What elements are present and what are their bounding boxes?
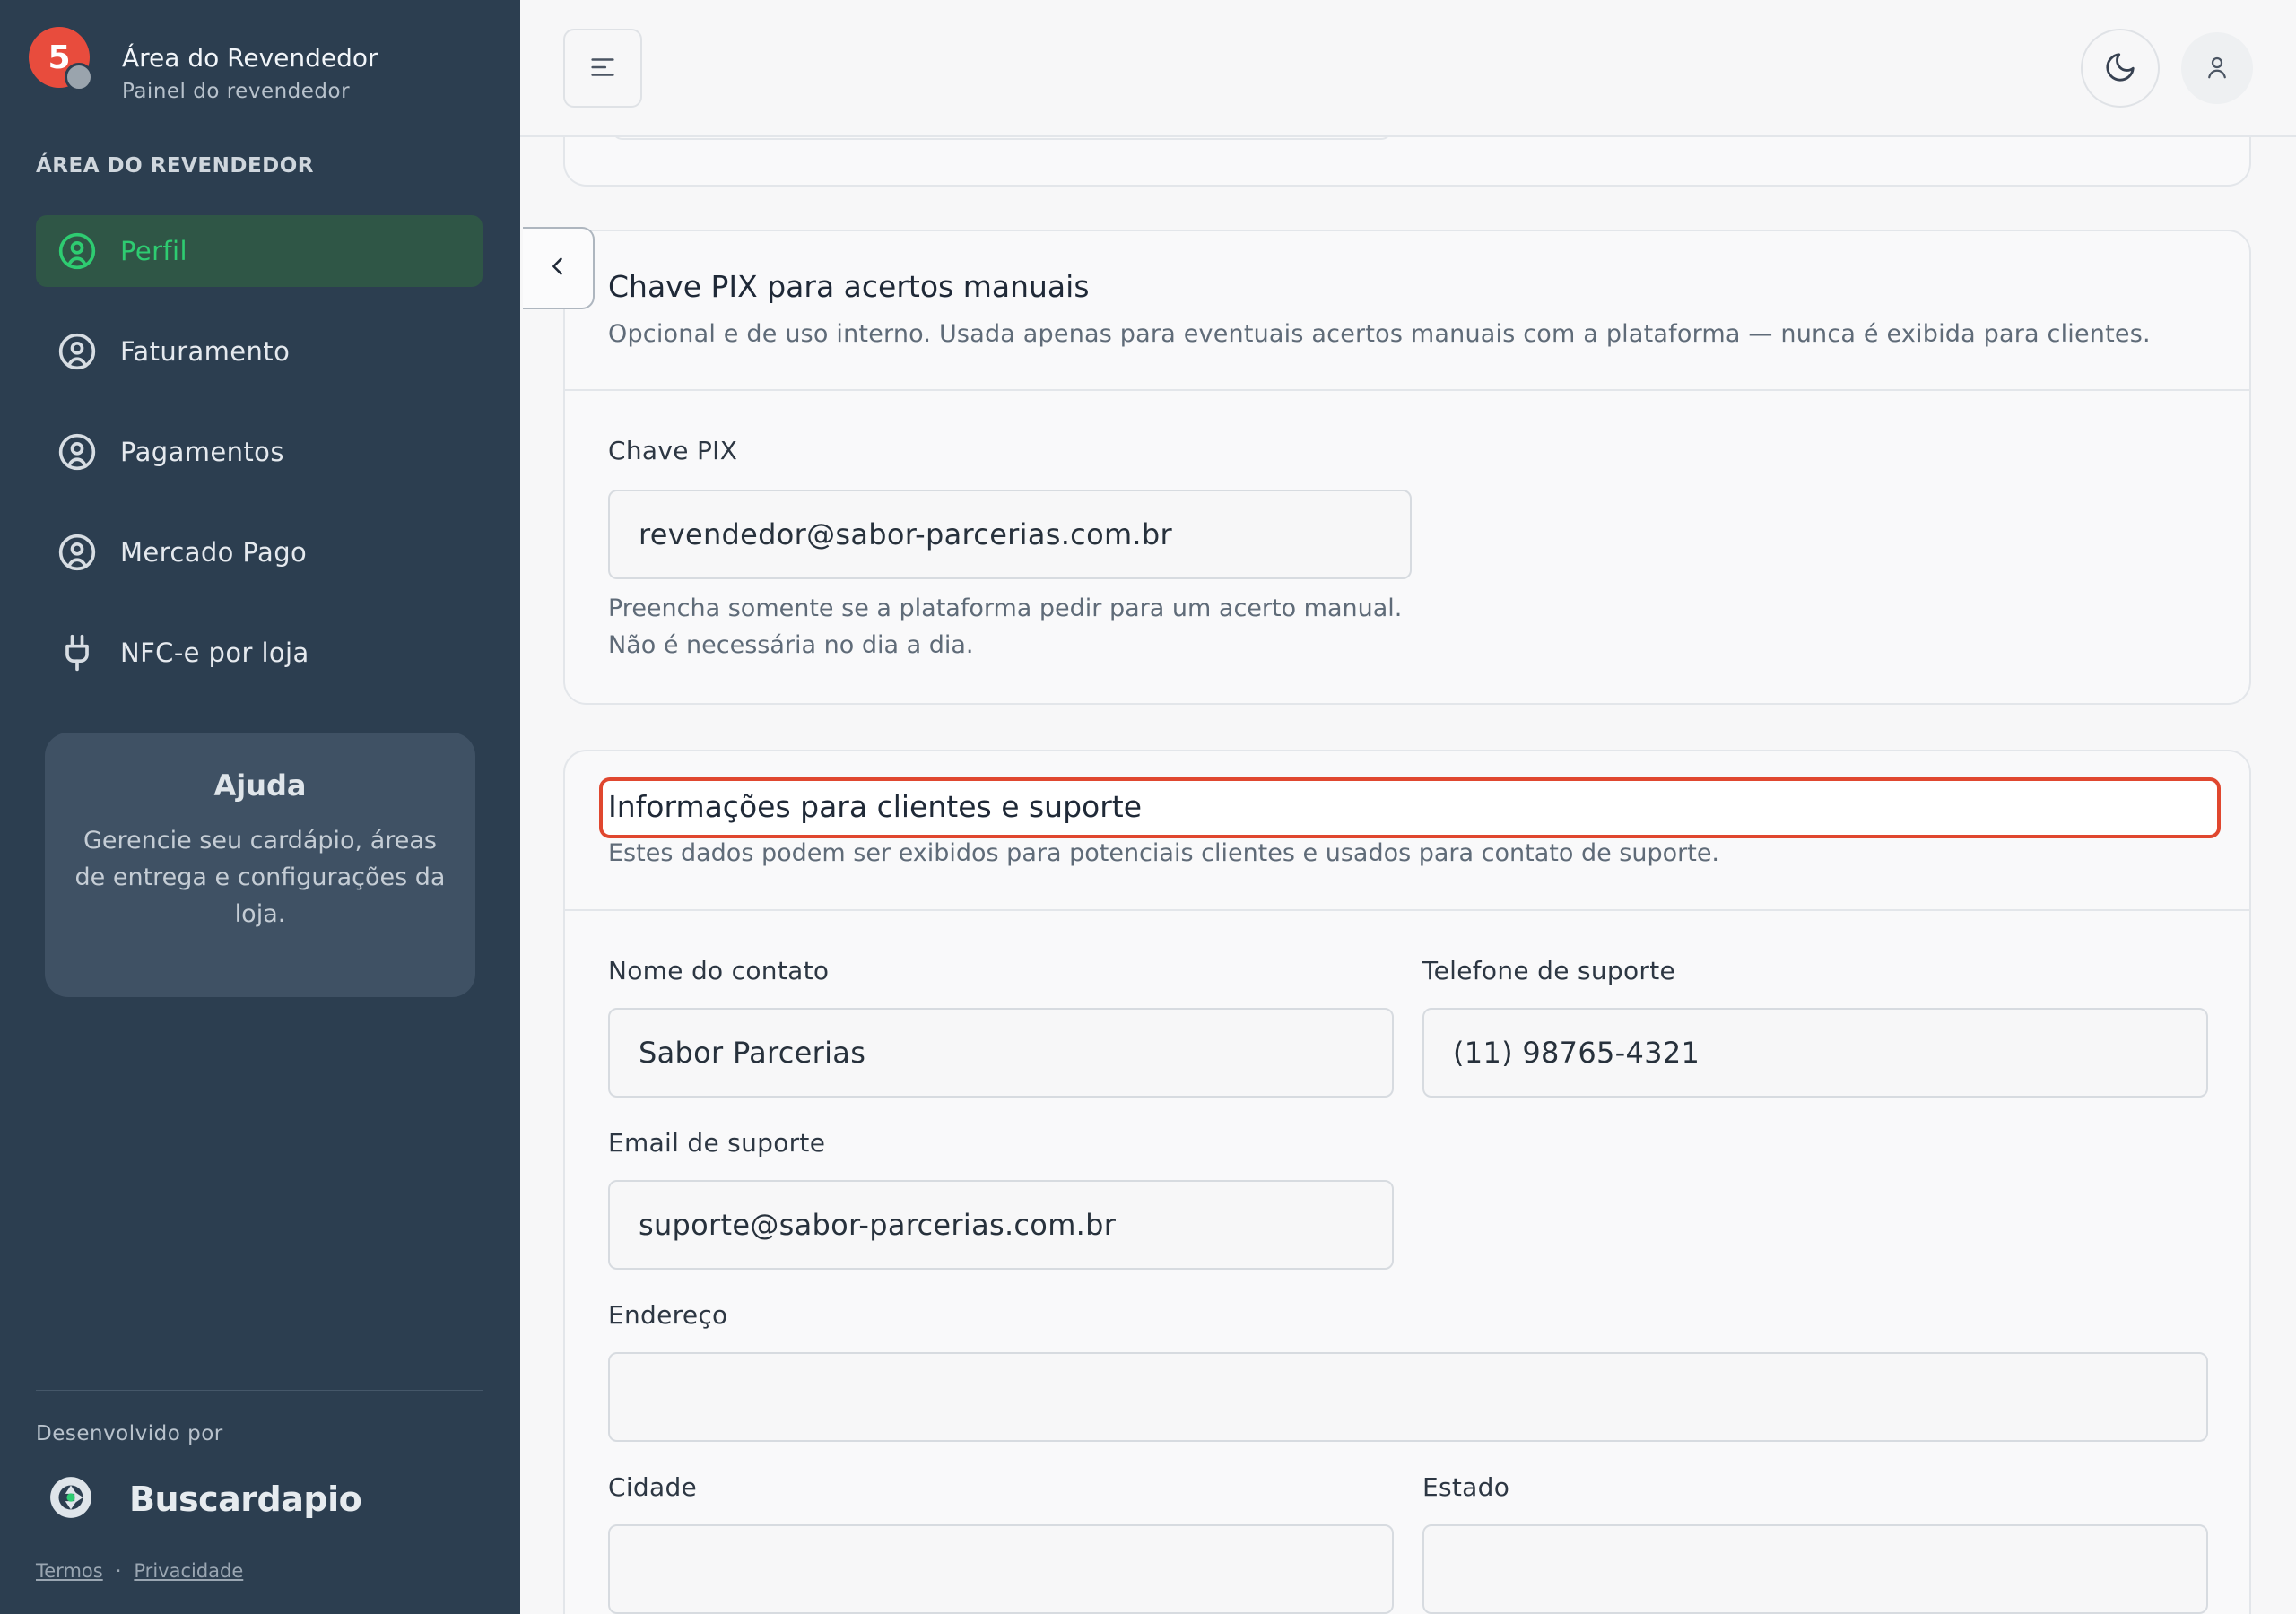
menu-lines-icon [587,52,618,85]
theme-toggle-button[interactable] [2081,29,2160,108]
pix-hint-line-2: Não é necessária no dia a dia. [608,631,974,659]
help-title: Ajuda [213,768,307,803]
state-input[interactable] [1422,1524,2208,1614]
user-icon [2204,54,2231,83]
support-email-label: Email de suporte [608,1128,826,1158]
support-phone-label: Telefone de suporte [1422,956,1675,985]
sidebar-item-label: Faturamento [120,336,291,367]
brand-text: Área do Revendedor Painel do revendedor [122,43,378,103]
plug-icon [57,633,97,672]
pix-key-label: Chave PIX [608,436,738,465]
user-circle-icon [57,231,97,271]
brand-title: Área do Revendedor [122,43,378,73]
legal-separator: · [115,1560,122,1582]
brand-subtitle: Painel do revendedor [122,80,351,103]
terms-link[interactable]: Termos [36,1560,103,1582]
footer-divider [36,1390,483,1391]
pix-section-description: Opcional e de uso interno. Usada apenas … [608,320,2151,348]
support-section-title: Informações para clientes e suporte [608,789,1143,824]
sidebar-section-label: ÁREA DO REVENDEDOR [36,154,315,178]
sidebar-item-label: NFC-e por loja [120,638,309,668]
sidebar-item-pagamentos[interactable]: Pagamentos [36,416,483,488]
sidebar-item-perfil[interactable]: Perfil [36,215,483,287]
developed-by-label: Desenvolvido por [36,1422,223,1445]
contact-name-label: Nome do contato [608,956,830,985]
privacy-link[interactable]: Privacidade [134,1560,243,1582]
support-section-divider [565,909,2249,911]
user-circle-icon [57,432,97,472]
sidebar-item-nfce[interactable]: NFC-e por loja [36,617,483,689]
top-bar [520,0,2296,137]
city-label: Cidade [608,1472,698,1502]
developer-logo-name: Buscardapio [129,1480,362,1519]
brand[interactable]: 5 Área do Revendedor Painel do revendedo… [29,27,378,103]
sidebar-item-faturamento[interactable]: Faturamento [36,316,483,387]
pix-hint-line-1: Preencha somente se a plataforma pedir p… [608,594,1403,622]
chevron-left-icon [545,254,570,282]
sidebar-item-label: Perfil [120,236,187,266]
aperture-logo-icon [48,1475,93,1523]
menu-button[interactable] [563,29,642,108]
help-text: Gerencie seu cardápio, áreas de entrega … [74,827,446,928]
state-label: Estado [1422,1472,1510,1502]
support-email-input[interactable] [608,1180,1394,1270]
legal-links: Termos · Privacidade [36,1560,243,1582]
support-phone-input[interactable] [1422,1008,2208,1098]
sidebar: 5 Área do Revendedor Painel do revendedo… [0,0,520,1614]
pix-section-title: Chave PIX para acertos manuais [608,269,1090,304]
support-section-description: Estes dados podem ser exibidos para pote… [608,839,1720,867]
sidebar-nav: Perfil Faturamento Pagamentos Mercado Pa… [36,215,483,717]
brand-badge: 5 [29,27,93,91]
user-circle-icon [57,332,97,371]
pix-key-hint: Preencha somente se a plataforma pedir p… [608,590,1402,664]
contact-name-input[interactable] [608,1008,1394,1098]
sidebar-item-mercado-pago[interactable]: Mercado Pago [36,516,483,588]
address-input[interactable] [608,1352,2208,1442]
sidebar-item-label: Pagamentos [120,437,284,467]
user-circle-icon [57,533,97,572]
pix-section-divider [565,389,2249,391]
help-card: Ajuda Gerencie seu cardápio, áreas de en… [45,733,475,997]
city-input[interactable] [608,1524,1394,1614]
pix-key-input[interactable] [608,490,1412,579]
developer-logo[interactable]: Buscardapio [48,1475,362,1523]
address-label: Endereço [608,1300,728,1330]
pix-section-header: Chave PIX para acertos manuais Opcional … [565,231,2249,348]
pix-section-card: Chave PIX para acertos manuais Opcional … [563,230,2251,705]
user-menu-button[interactable] [2181,32,2253,104]
collapse-sidebar-button[interactable] [523,227,595,309]
sidebar-item-label: Mercado Pago [120,537,308,568]
moon-icon [2103,50,2137,87]
support-section-card: Nome do contato Telefone de suporte Emai… [563,750,2251,1614]
